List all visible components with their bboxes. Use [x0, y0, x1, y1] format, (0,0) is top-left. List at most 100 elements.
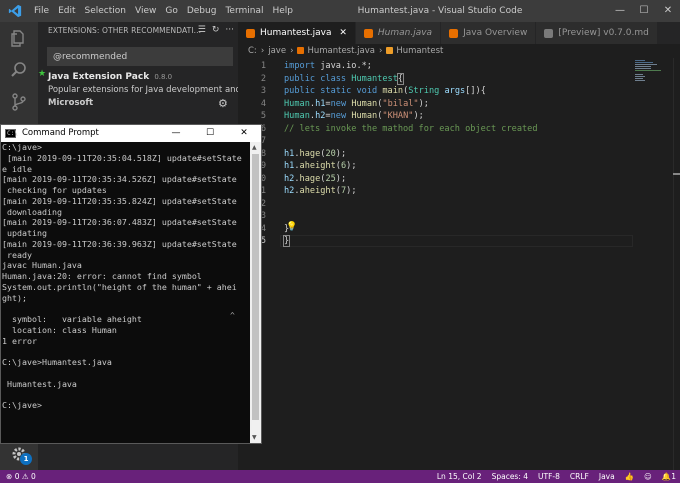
thumbs-up-icon[interactable]: 👍 — [625, 470, 634, 483]
menu-view[interactable]: View — [135, 0, 162, 22]
extension-list-item[interactable]: ★ Java Extension Pack 0.8.0 Popular exte… — [38, 69, 252, 113]
code-line[interactable]: 14} — [238, 223, 633, 236]
code-line[interactable]: 15} — [238, 235, 633, 248]
code-line[interactable]: 11h2.aheight(7); — [238, 185, 633, 198]
cmd-scrollbar[interactable]: ▲ ▼ — [250, 142, 261, 443]
line-number: 1 — [260, 61, 266, 71]
lightbulb-icon[interactable]: 💡 — [286, 222, 297, 232]
menu-help[interactable]: Help — [272, 0, 299, 22]
code-text: h2.aheight(7); — [284, 186, 357, 196]
explorer-icon[interactable] — [9, 28, 29, 48]
search-icon[interactable] — [9, 60, 29, 80]
code-line[interactable]: 1 import java.io.*; — [238, 60, 633, 73]
problems-indicator[interactable]: ⊗ 0 ⚠ 0 — [6, 470, 36, 483]
minimize-button[interactable]: — — [608, 0, 632, 22]
code-line[interactable]: 9 h1.aheight(6); — [238, 160, 633, 173]
clear-list-icon[interactable]: ☰ — [198, 25, 206, 35]
menu-file[interactable]: File — [34, 0, 55, 22]
code-text: h2.hage(25); — [284, 173, 347, 184]
line-number: 2 — [260, 73, 266, 84]
source-control-icon[interactable] — [9, 92, 29, 112]
console-line: symbol: variable aheight — [2, 314, 142, 324]
breadcrumb-folder[interactable]: jave — [268, 46, 286, 56]
code-text: // lets invoke the mathod for each objec… — [284, 123, 538, 134]
menu-go[interactable]: Go — [165, 0, 183, 22]
tweet-feedback-icon[interactable]: ☺ — [644, 470, 652, 483]
indentation[interactable]: Spaces: 4 — [492, 470, 528, 483]
tab-close-icon[interactable]: ✕ — [339, 28, 347, 38]
tab-java-overview[interactable]: Java Overview — [441, 22, 537, 44]
cmd-caret-mark: ^ — [230, 311, 235, 320]
scroll-up-icon[interactable]: ▲ — [252, 144, 257, 151]
java-file-icon — [363, 29, 373, 38]
extension-name: Java Extension Pack 0.8.0 — [48, 72, 172, 82]
cmd-scroll-thumb[interactable] — [252, 154, 259, 420]
line-ending[interactable]: CRLF — [570, 470, 589, 483]
tab-humantest[interactable]: Humantest.java ✕ — [238, 22, 356, 44]
close-button[interactable]: ✕ — [656, 0, 680, 22]
code-line[interactable]: 4 Human.h1=new Human("bilal"); — [238, 98, 633, 111]
cmd-title: Command Prompt — [22, 128, 99, 138]
breadcrumb-drive[interactable]: C: — [248, 46, 257, 56]
encoding[interactable]: UTF-8 — [538, 470, 560, 483]
breadcrumb-symbol[interactable]: Humantest — [396, 46, 443, 56]
scroll-down-icon[interactable]: ▼ — [252, 434, 257, 441]
code-line[interactable]: 10h2.hage(25); — [238, 173, 633, 186]
more-actions-icon[interactable]: ··· — [225, 25, 234, 35]
code-line[interactable]: 8 h1.hage(20); — [238, 148, 633, 161]
console-line: [main 2019-09-11T20:35:35.824Z] update#s… — [2, 195, 237, 206]
extension-description: Popular extensions for Java development … — [48, 85, 252, 95]
refresh-icon[interactable]: ↻ — [212, 25, 220, 35]
code-text: Human.h1=new Human("bilal"); — [284, 98, 429, 109]
line-number: 3 — [260, 86, 266, 96]
console-line: downloading — [2, 206, 62, 217]
cursor-position[interactable]: Ln 15, Col 2 — [437, 470, 482, 483]
code-line[interactable]: 5 Human.h2=new Human("KHAN"); — [238, 110, 633, 123]
extension-settings-gear-icon[interactable]: ⚙ — [218, 97, 228, 110]
extension-publisher: Microsoft — [48, 98, 94, 108]
window-controls: — ☐ ✕ — [608, 0, 680, 22]
cmd-console-output[interactable]: C:\jave> [main 2019-09-11T20:35:04.518Z]… — [1, 142, 250, 443]
console-line: ready — [2, 249, 32, 260]
menu-edit[interactable]: Edit — [58, 0, 81, 22]
console-line: Humantest.java — [2, 378, 77, 389]
code-text: Human.h2=new Human("KHAN"); — [284, 111, 424, 121]
cmd-close-button[interactable]: ✕ — [227, 125, 261, 142]
tab-preview[interactable]: [Preview] v0.7.0.md — [536, 22, 658, 44]
menu-debug[interactable]: Debug — [187, 0, 223, 22]
code-line[interactable]: 12 — [238, 198, 633, 211]
menu-terminal[interactable]: Terminal — [225, 0, 269, 22]
code-line[interactable]: 2 public class Humantest{ — [238, 72, 633, 86]
code-text: } — [282, 235, 291, 247]
language-mode[interactable]: Java — [599, 470, 615, 483]
sidebar-actions: ☰ ↻ ··· — [198, 25, 234, 35]
extension-name-text: Java Extension Pack — [48, 72, 150, 82]
menu-selection[interactable]: Selection — [85, 0, 132, 22]
cmd-maximize-button[interactable]: ☐ — [193, 125, 227, 142]
console-line: [main 2019-09-11T20:35:34.526Z] update#s… — [2, 174, 237, 185]
editor-tabs: Humantest.java ✕ Human.java Java Overvie… — [238, 22, 680, 44]
notifications-bell-icon[interactable]: 🔔1 — [662, 470, 676, 483]
tab-human[interactable]: Human.java — [355, 22, 442, 44]
console-line: 1 error — [2, 335, 37, 346]
console-line: C:\jave> — [2, 142, 42, 152]
console-line: [main 2019-09-11T20:36:39.963Z] update#s… — [2, 238, 237, 249]
cmd-title-bar[interactable]: C:\ Command Prompt — ☐ ✕ — [1, 125, 261, 142]
minimap[interactable] — [633, 58, 673, 98]
code-editor[interactable]: 1 import java.io.*; 2 public class Humantes… — [238, 58, 680, 470]
vscode-logo-icon — [8, 4, 22, 18]
maximize-button[interactable]: ☐ — [632, 0, 656, 22]
code-line[interactable]: 6// lets invoke the mathod for each obje… — [238, 123, 633, 136]
editor-scrollbar[interactable] — [673, 58, 680, 470]
console-line: javac Human.java — [2, 260, 82, 271]
console-line: checking for updates — [2, 185, 107, 195]
extensions-search-input[interactable] — [47, 47, 233, 66]
breadcrumb-file[interactable]: Humantest.java — [307, 46, 375, 56]
code-line[interactable]: 3 public static void main(String args[]){ — [238, 85, 633, 98]
command-prompt-window[interactable]: C:\ Command Prompt — ☐ ✕ C:\jave> [main … — [0, 124, 262, 444]
code-line[interactable]: 7 — [238, 135, 633, 148]
title-bar: File Edit Selection View Go Debug Termin… — [0, 0, 680, 22]
code-line[interactable]: 13 — [238, 210, 633, 223]
cmd-minimize-button[interactable]: — — [159, 125, 193, 142]
